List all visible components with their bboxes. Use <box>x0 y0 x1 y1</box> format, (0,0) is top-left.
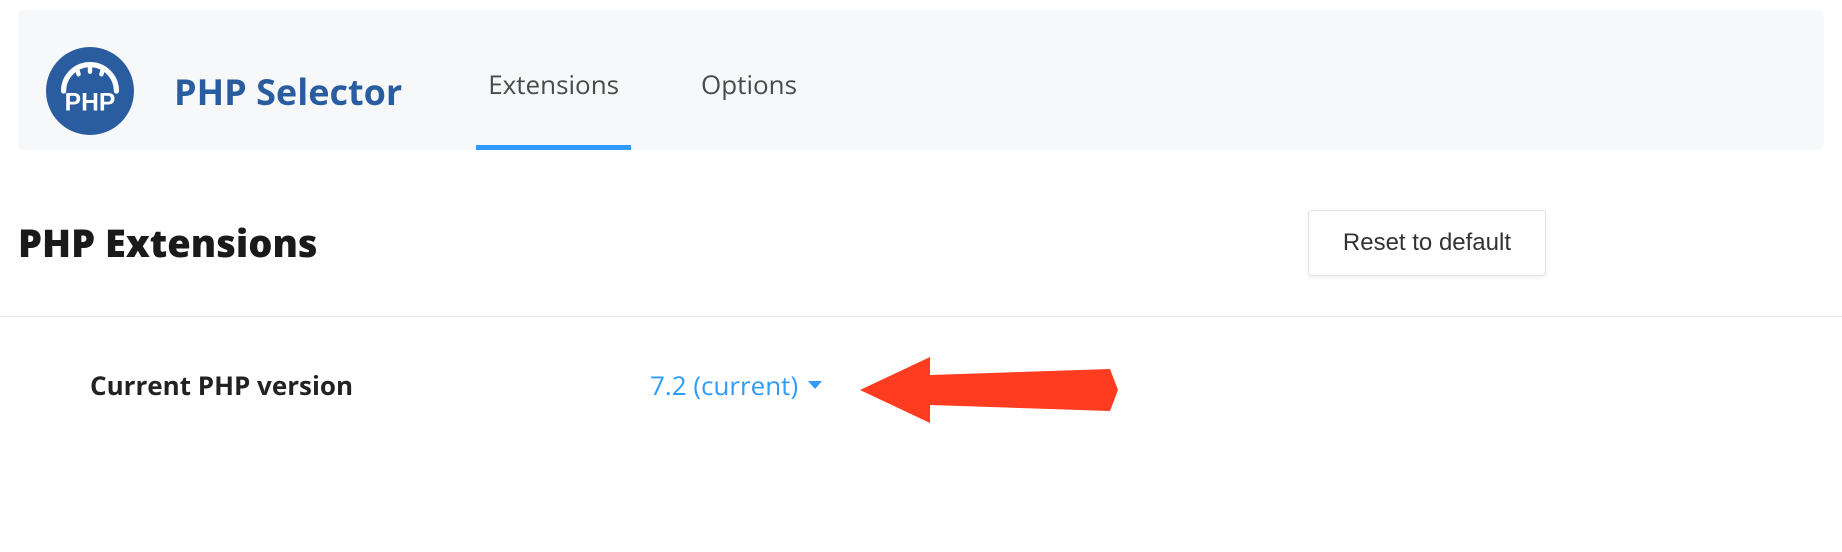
php-version-value: 7.2 (current) <box>650 367 798 403</box>
section-title: PHP Extensions <box>18 217 318 269</box>
reset-to-default-button[interactable]: Reset to default <box>1308 210 1546 276</box>
header-bar: PHP PHP Selector Extensions Options <box>18 10 1824 150</box>
app-title: PHP Selector <box>174 67 402 116</box>
tab-options[interactable]: Options <box>695 66 803 150</box>
php-version-dropdown[interactable]: 7.2 (current) <box>650 367 822 403</box>
tab-extensions[interactable]: Extensions <box>482 66 625 150</box>
current-version-row: Current PHP version 7.2 (current) <box>0 317 1842 463</box>
tabs-container: Extensions Options <box>482 32 873 150</box>
annotation-arrow-icon <box>860 345 1120 435</box>
chevron-down-icon <box>808 381 822 389</box>
php-logo-icon: PHP <box>46 47 134 135</box>
php-logo-text: PHP <box>65 89 116 116</box>
section-header-row: PHP Extensions Reset to default <box>0 150 1842 317</box>
current-version-label: Current PHP version <box>90 367 650 403</box>
